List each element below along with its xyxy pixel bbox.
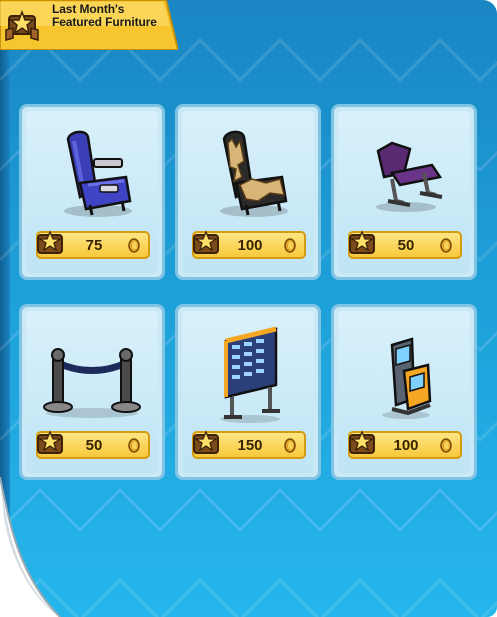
price-amount: 100 xyxy=(237,237,263,254)
coin-icon xyxy=(284,238,296,253)
coin-icon xyxy=(440,238,452,253)
price-amount: 150 xyxy=(237,437,263,454)
coin-icon xyxy=(128,238,140,253)
furniture-card-fur-airplane-seat[interactable]: 100 xyxy=(175,104,321,280)
banner-title: Last Month's Featured Furniture xyxy=(52,2,157,29)
rope-barrier-icon xyxy=(43,348,141,418)
member-star-icon xyxy=(193,430,219,454)
furniture-card-blue-airplane-seat[interactable]: 75 xyxy=(19,104,165,280)
coin-icon xyxy=(284,438,296,453)
member-star-icon xyxy=(349,430,375,454)
coin-icon xyxy=(128,438,140,453)
member-star-icon xyxy=(37,430,63,454)
member-star-icon xyxy=(37,230,63,254)
price-tag[interactable]: 100 xyxy=(348,430,462,459)
blue-airplane-seat-icon xyxy=(64,130,132,217)
price-tag[interactable]: 150 xyxy=(192,430,306,459)
member-star-icon xyxy=(5,9,39,41)
member-star-icon xyxy=(193,230,219,254)
furniture-card-rope-barrier[interactable]: 50 xyxy=(19,304,165,480)
price-amount: 50 xyxy=(397,237,415,254)
coin-icon xyxy=(440,438,452,453)
price-tag[interactable]: 50 xyxy=(36,430,150,459)
fur-airplane-seat-icon xyxy=(220,130,288,217)
price-tag[interactable]: 50 xyxy=(348,230,462,259)
price-tag[interactable]: 75 xyxy=(36,230,150,259)
price-amount: 75 xyxy=(85,237,103,254)
price-tag[interactable]: 100 xyxy=(192,230,306,259)
check-in-kiosk-icon xyxy=(382,337,432,419)
flight-info-board-icon xyxy=(220,326,280,423)
furniture-card-flight-info-board[interactable]: 150 xyxy=(175,304,321,480)
furniture-card-check-in-kiosk[interactable]: 100 xyxy=(331,304,477,480)
furniture-card-purple-waiting-chair[interactable]: 50 xyxy=(331,104,477,280)
purple-waiting-chair-icon xyxy=(376,141,443,212)
price-amount: 100 xyxy=(393,437,419,454)
price-amount: 50 xyxy=(85,437,103,454)
page-curl[interactable] xyxy=(0,477,80,617)
member-star-icon xyxy=(349,230,375,254)
